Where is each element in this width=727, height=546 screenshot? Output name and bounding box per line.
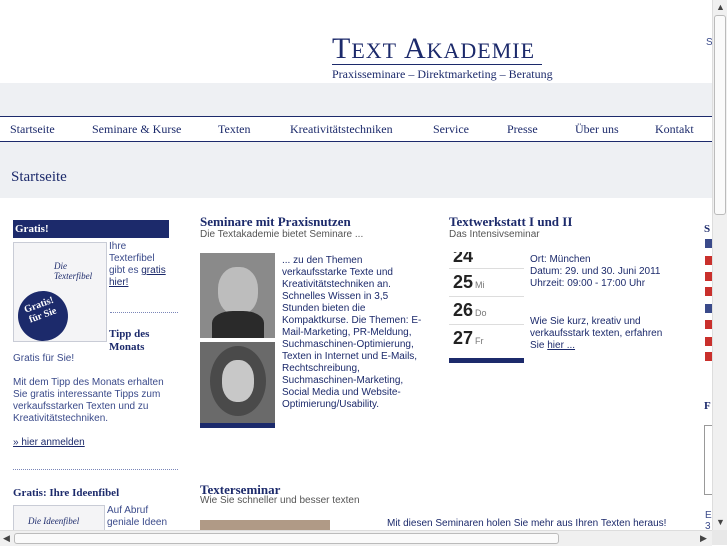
nav-startseite[interactable]: Startseite (10, 122, 55, 137)
ideenfibel-cover-title: Die Ideenfibel (28, 516, 80, 526)
photo-bar (200, 423, 275, 428)
chevron-down-icon[interactable]: ▼ (716, 517, 725, 527)
calendar-day: 24 (453, 252, 474, 266)
photo-face (222, 360, 254, 402)
tipp-signup-link[interactable]: » hier anmelden (13, 437, 85, 449)
seminare-heading[interactable]: Seminare mit Praxisnutzen (200, 214, 351, 230)
textwerkstatt-more-link[interactable]: hier ... (547, 340, 575, 351)
texterseminar-photo (200, 520, 330, 530)
site-logo[interactable]: TEXT AKADEMIE (332, 34, 535, 66)
divider (13, 469, 178, 470)
ideenfibel-heading: Gratis: Ihre Ideenfibel (13, 487, 120, 499)
chevron-right-icon[interactable]: ▶ (700, 533, 707, 544)
texterfibel-cover-title: Die Texterfibel (54, 261, 93, 281)
event-location: Ort: München (530, 254, 591, 265)
photo-face (218, 267, 258, 315)
pdf-icon[interactable] (705, 320, 712, 329)
nav-ueber-uns[interactable]: Über uns (575, 122, 619, 137)
texterseminar-subheading: Wie Sie schneller und besser texten (200, 495, 360, 506)
vertical-scrollbar[interactable]: ▲ ▼ (712, 0, 727, 530)
nav-service[interactable]: Service (433, 122, 469, 137)
pdf-icon[interactable] (705, 239, 712, 248)
trainer-photo-woman (200, 342, 275, 428)
horizontal-scrollbar[interactable]: ◀ ▶ (0, 530, 712, 546)
logo-letter-a: A (403, 32, 427, 65)
pdf-icon[interactable] (705, 304, 712, 313)
texterfibel-cover[interactable]: Die Texterfibel Gratis! für Sie (10, 242, 107, 349)
calendar-image: 24 25 Mi 26 Do 27 Fr (449, 252, 524, 363)
scrollbar-corner (712, 530, 727, 545)
pdf-icon[interactable] (705, 272, 712, 281)
nav-kreativitaetstechniken[interactable]: Kreativitätstechniken (290, 122, 393, 137)
nav-kontakt[interactable]: Kontakt (655, 122, 694, 137)
gratis-badge-text: Gratis! für Sie (22, 294, 59, 326)
logo-letters-ext: EXT (351, 38, 398, 63)
nav-texten[interactable]: Texten (218, 122, 250, 137)
edge-number: 3 (705, 521, 711, 530)
event-time: Uhrzeit: 09:00 - 17:00 Uhr (530, 278, 646, 289)
header-band (0, 83, 712, 116)
photo-shoulders (212, 311, 264, 338)
calendar-day: 25 Mi (453, 272, 485, 292)
textwerkstatt-heading[interactable]: Textwerkstatt I und II (449, 214, 572, 230)
logo-rule (332, 64, 542, 65)
tipp-text: Mit dem Tipp des Monats erhalten Sie gra… (13, 377, 164, 424)
chevron-left-icon[interactable]: ◀ (3, 533, 10, 544)
pdf-icon[interactable] (705, 287, 712, 296)
title-band (0, 142, 712, 198)
textwerkstatt-body: Wie Sie kurz, kreativ und verkaufsstark … (530, 316, 672, 352)
chevron-up-icon[interactable]: ▲ (716, 2, 725, 12)
logo-subtitle: Praxisseminare – Direktmarketing – Berat… (332, 67, 553, 81)
edge-sidebar-heading-2: F (704, 400, 711, 412)
page-viewport: TEXT AKADEMIE Praxisseminare – Direktmar… (0, 0, 712, 530)
calendar-day: 27 Fr (453, 328, 484, 348)
main-nav: Startseite Seminare & Kurse Texten Kreat… (0, 116, 712, 143)
event-date: Datum: 29. und 30. Juni 2011 (530, 266, 661, 277)
edge-widget-frame (704, 425, 712, 495)
trainer-photo-man (200, 253, 275, 338)
pdf-icon[interactable] (705, 352, 712, 361)
page-title: Startseite (11, 169, 67, 185)
calendar-day: 26 Do (453, 300, 487, 320)
ideenfibel-text: Auf Abruf geniale Ideen (107, 505, 168, 528)
pdf-icon[interactable] (705, 337, 712, 346)
textwerkstatt-subheading: Das Intensivseminar (449, 229, 540, 240)
nav-seminare-kurse[interactable]: Seminare & Kurse (92, 122, 181, 137)
gratis-text: Ihre Texterfibel gibt es gratis hier! (109, 241, 167, 289)
vertical-scroll-thumb[interactable] (714, 15, 726, 215)
logo-letter-t: T (332, 32, 352, 65)
nav-presse[interactable]: Presse (507, 122, 538, 137)
logo-letters-kademie: KADEMIE (426, 38, 536, 63)
gratis-badge: Gratis! für Sie (10, 283, 76, 349)
gratis-box-heading: Gratis! (13, 220, 169, 238)
seminare-subheading: Die Textakademie bietet Seminare ... (200, 229, 364, 240)
divider (110, 312, 178, 313)
horizontal-scroll-thumb[interactable] (14, 533, 559, 544)
tipp-subheading: Gratis für Sie! (13, 353, 75, 364)
textwerkstatt-details: Ort: München Datum: 29. und 30. Juni 201… (530, 254, 705, 290)
tipp-heading: Tipp des Monats (109, 328, 150, 353)
seminar-tagline: Mit diesen Seminaren holen Sie mehr aus … (387, 518, 667, 529)
edge-sidebar-heading: S (704, 223, 711, 235)
ideenfibel-cover[interactable]: Die Ideenfibel (13, 505, 105, 530)
seminare-body: ... zu den Themen verkaufsstarke Texte u… (282, 255, 422, 410)
pdf-icon[interactable] (705, 256, 712, 265)
